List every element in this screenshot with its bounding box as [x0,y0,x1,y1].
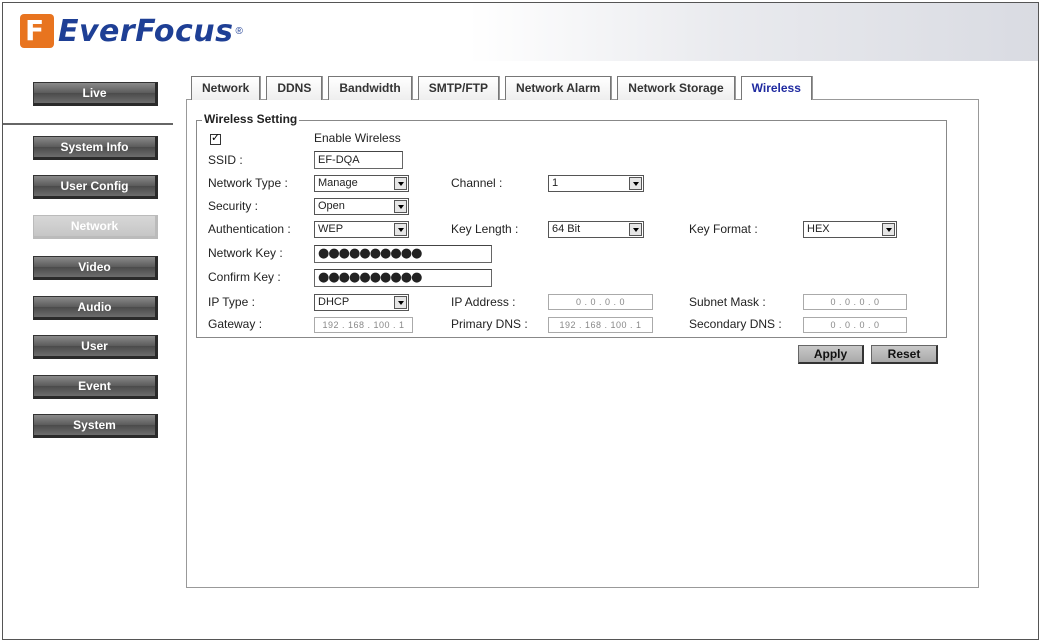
tab-network-storage[interactable]: Network Storage [617,76,735,100]
gateway-input[interactable]: 192 . 168 . 100 . 1 [314,317,413,333]
enable-wireless-label: Enable Wireless [314,131,401,145]
reset-button[interactable]: Reset [871,345,938,364]
tab-network[interactable]: Network [191,76,261,100]
sidebar-item-audio[interactable]: Audio [33,296,158,320]
authentication-label: Authentication : [208,222,291,236]
secondary-dns-label: Secondary DNS : [689,317,782,331]
subnet-mask-input[interactable]: 0 . 0 . 0 . 0 [803,294,907,310]
key-format-label: Key Format : [689,222,758,236]
ssid-label: SSID : [208,153,243,167]
confirm-key-input[interactable]: ●●●●●●●●●● [314,269,492,287]
primary-dns-label: Primary DNS : [451,317,528,331]
network-type-label: Network Type : [208,176,288,190]
channel-label: Channel : [451,176,503,190]
gateway-label: Gateway : [208,317,263,331]
registered-mark: ® [235,25,243,37]
everfocus-logo: F EverFocus ® [20,12,243,50]
network-key-label: Network Key : [208,246,283,260]
network-key-input[interactable]: ●●●●●●●●●● [314,245,492,263]
key-length-label: Key Length : [451,222,519,236]
logo-f-icon: F [20,14,54,48]
tab-network-alarm[interactable]: Network Alarm [505,76,612,100]
chevron-down-icon [394,223,407,236]
checkmark-icon: ✓ [211,132,221,144]
sidebar: Live System Info User Config Network Vid… [3,61,173,621]
key-length-select[interactable]: 64 Bit [548,221,644,238]
sidebar-item-system-info[interactable]: System Info [33,136,158,160]
ip-type-label: IP Type : [208,295,255,309]
security-label: Security : [208,199,259,213]
security-select[interactable]: Open [314,198,409,215]
sidebar-item-live[interactable]: Live [33,82,158,106]
enable-wireless-checkbox[interactable]: ✓ [210,132,221,145]
sidebar-item-user[interactable]: User [33,335,158,359]
channel-select[interactable]: 1 [548,175,644,192]
sidebar-item-video[interactable]: Video [33,256,158,280]
sidebar-item-user-config[interactable]: User Config [33,175,158,199]
sidebar-divider [3,123,173,125]
tab-bandwidth[interactable]: Bandwidth [328,76,412,100]
chevron-down-icon [629,223,642,236]
sidebar-item-system[interactable]: System [33,414,158,438]
tab-smtp-ftp[interactable]: SMTP/FTP [417,76,500,100]
chevron-down-icon [629,177,642,190]
ip-type-select[interactable]: DHCP [314,294,409,311]
confirm-key-label: Confirm Key : [208,270,281,284]
authentication-select[interactable]: WEP [314,221,409,238]
network-type-select[interactable]: Manage [314,175,409,192]
primary-dns-input[interactable]: 192 . 168 . 100 . 1 [548,317,653,333]
secondary-dns-input[interactable]: 0 . 0 . 0 . 0 [803,317,907,333]
chevron-down-icon [394,200,407,213]
chevron-down-icon [394,177,407,190]
brand-name: EverFocus [58,13,234,49]
sidebar-item-event[interactable]: Event [33,375,158,399]
sidebar-item-network[interactable]: Network [33,215,158,239]
ssid-input[interactable]: EF-DQA [314,151,403,169]
apply-button[interactable]: Apply [798,345,864,364]
chevron-down-icon [882,223,895,236]
app-window: F EverFocus ® Live System Info User Conf… [2,2,1039,640]
ip-address-input[interactable]: 0 . 0 . 0 . 0 [548,294,653,310]
tab-ddns[interactable]: DDNS [266,76,323,100]
key-format-select[interactable]: HEX [803,221,897,238]
wireless-setting-legend: Wireless Setting [202,112,300,126]
subnet-mask-label: Subnet Mask : [689,295,766,309]
chevron-down-icon [394,296,407,309]
header-banner: F EverFocus ® [3,3,1038,61]
tab-wireless[interactable]: Wireless [740,76,812,100]
ip-address-label: IP Address : [451,295,516,309]
tab-bar: Network DDNS Bandwidth SMTP/FTP Network … [191,76,818,100]
